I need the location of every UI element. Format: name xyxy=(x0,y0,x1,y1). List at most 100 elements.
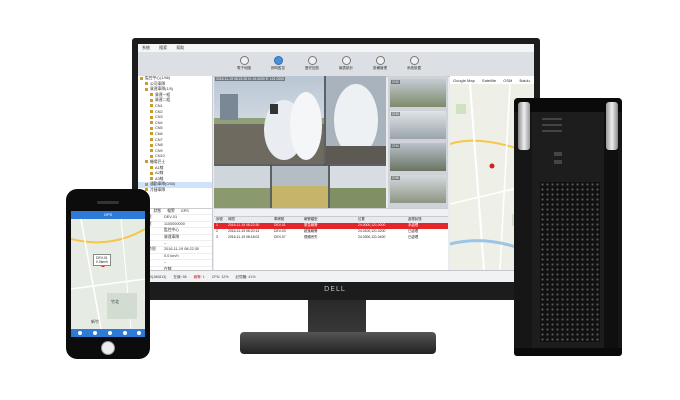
alarm-table-panel: 即時報警 報警處理 狀態 事件 提醒 序號時間車牌號報警類型位置處理狀態 1 20… xyxy=(214,208,448,271)
video-overlay-text: 2016-11-19 08:22:30 N: 24.0000 E: 121.00… xyxy=(215,77,285,81)
drive-slot xyxy=(542,124,562,126)
tree-node[interactable]: 冷鏈車隊 xyxy=(138,188,212,194)
device-tree: 監控中心(1/56) 公司車隊 貨運車隊(1/5) 貨運一組 貨運二組 CN1 CN2 CN3… xyxy=(138,76,213,208)
phone-home-button[interactable] xyxy=(101,341,115,355)
tree-node-label: CN2 xyxy=(155,109,163,114)
folder-icon xyxy=(150,126,153,130)
tree-node-label: 冷鏈車隊 xyxy=(150,187,166,192)
toolbar-label: 歷史回放 xyxy=(305,66,319,70)
tab-baidu[interactable]: Baidu xyxy=(520,78,530,83)
column-header[interactable]: 報警類型 xyxy=(304,217,358,223)
folder-icon xyxy=(145,182,148,186)
folder-icon xyxy=(145,160,148,164)
folder-icon xyxy=(145,87,148,91)
toolbar-device-button[interactable]: 設備管理 xyxy=(366,56,394,72)
column-header[interactable]: 車牌號 xyxy=(274,217,304,223)
info-value: 1100000000 xyxy=(164,221,185,226)
menu-search[interactable]: 搜索 xyxy=(159,45,167,51)
tree-node-label: CN8 xyxy=(155,143,163,148)
tree-node-label: 機場巴士 xyxy=(150,159,166,164)
tree-node-label: 貨運二組 xyxy=(155,98,171,103)
thumbnail-label: CH4 xyxy=(391,144,400,148)
table-row[interactable]: 3 2016-11-19 08:18:02 DEV-07 視頻丟失 24.0300,12… xyxy=(214,235,448,241)
info-value: 監控中心 xyxy=(164,228,180,233)
alarm-tabs: 即時報警 報警處理 狀態 事件 提醒 xyxy=(214,209,448,223)
nav-list-icon[interactable] xyxy=(93,331,97,335)
tree-node-label: CN10 xyxy=(155,154,165,159)
vehicle-marker xyxy=(489,163,495,169)
thumbnail-ch3[interactable]: CH3 xyxy=(390,111,446,139)
monitor-stand xyxy=(240,332,436,354)
folder-icon xyxy=(150,104,153,108)
info-value: -- xyxy=(164,260,167,265)
info-tab[interactable]: GPS xyxy=(179,209,189,213)
tab-osm[interactable]: OSM xyxy=(503,78,512,83)
table-cell: 2 xyxy=(216,228,218,233)
table-cell: 2016-11-19 08:22:30 xyxy=(228,223,260,227)
tree-node-label: CN6 xyxy=(155,131,163,136)
tree-node-label: CN4 xyxy=(155,120,163,125)
folder-icon xyxy=(145,82,148,86)
toolbar-playback-button[interactable]: 歷史回放 xyxy=(298,56,326,72)
tab-satellite[interactable]: Satellite xyxy=(482,78,496,83)
table-row[interactable]: 2 2016-11-19 08:20:14 DEV-03 超速報警 24.0100,12… xyxy=(214,229,448,235)
table-row[interactable]: 1 2016-11-19 08:22:30 DEV-01 緊急報警 24.0000,12… xyxy=(214,223,448,229)
video-grid: 2016-11-19 08:22:30 N: 24.0000 E: 121.00… xyxy=(214,76,386,208)
table-cell: 1 xyxy=(216,223,218,227)
info-tab[interactable]: 狀態 xyxy=(152,209,162,213)
toolbar-label: 設備管理 xyxy=(373,66,387,70)
tab-google-map[interactable]: Google Map xyxy=(453,78,475,83)
thumbnail-label: CH3 xyxy=(391,112,400,116)
folder-icon xyxy=(140,76,143,80)
table-cell: 已處理 xyxy=(408,228,419,233)
folder-icon xyxy=(150,149,153,153)
thumbnail-ch5[interactable]: CH5 xyxy=(390,175,446,203)
nav-alarm-icon[interactable] xyxy=(123,331,127,335)
info-value: 貨運車隊 xyxy=(164,234,180,239)
folder-icon xyxy=(150,132,153,136)
toolbar-settings-button[interactable]: 系統設置 xyxy=(400,56,428,72)
video-feeds xyxy=(214,76,386,208)
column-header[interactable]: 序號 xyxy=(214,217,228,223)
vehicle-callout[interactable]: DEV-01 0.0km/h xyxy=(93,254,112,266)
toolbar-label: 系統設置 xyxy=(407,66,421,70)
folder-icon xyxy=(150,93,153,97)
menu-system[interactable]: 系統 xyxy=(142,45,150,51)
tree-node-label: CN9 xyxy=(155,148,163,153)
toolbar-map-button[interactable]: 電子地圖 xyxy=(230,56,258,72)
thumbnail-ch2[interactable]: CH2 xyxy=(390,79,446,107)
nav-settings-icon[interactable] xyxy=(137,331,141,335)
menu-help[interactable]: 幫助 xyxy=(176,45,184,51)
phone-map[interactable] xyxy=(71,219,145,329)
column-header[interactable]: 位置 xyxy=(358,217,408,223)
toolbar-live-button[interactable]: 即時監控 xyxy=(264,56,292,72)
main-toolbar: 電子地圖 即時監控 歷史回放 報表統計 設備管理 系統設置 xyxy=(138,52,534,77)
table-cell: DEV-01 xyxy=(274,223,286,227)
folder-icon xyxy=(150,154,153,158)
table-cell: 24.0300,121.0400 xyxy=(358,234,386,239)
alarm-count[interactable]: 報警: 1 xyxy=(194,275,205,280)
tree-node-label: A3線 xyxy=(155,176,164,181)
phone-speaker xyxy=(97,201,119,204)
nav-map-icon[interactable] xyxy=(78,331,82,335)
folder-icon xyxy=(150,171,153,175)
tower-mesh-grille xyxy=(540,182,600,342)
folder-icon xyxy=(150,110,153,114)
table-cell: DEV-07 xyxy=(274,234,286,239)
phone-bottom-nav xyxy=(71,329,145,337)
folder-icon xyxy=(150,98,153,102)
monitor-logo: DELL xyxy=(324,285,346,293)
thumbnail-ch4[interactable]: CH4 xyxy=(390,143,446,171)
phone-screen: GPS DEV-01 0.0km/h 竹北 新竹 xyxy=(71,211,145,337)
table-cell: 未處理 xyxy=(408,223,419,227)
table-cell: 視頻丟失 xyxy=(304,234,318,239)
tree-node-label: 貨運車隊(1/5) xyxy=(150,87,173,92)
device-icon xyxy=(375,56,385,65)
folder-icon xyxy=(150,143,153,147)
toolbar-report-button[interactable]: 報表統計 xyxy=(332,56,360,72)
column-header[interactable]: 時間 xyxy=(228,217,274,223)
info-tab[interactable]: 報警 xyxy=(165,209,175,213)
table-cell: 已處理 xyxy=(408,234,419,239)
nav-video-icon[interactable] xyxy=(108,331,112,335)
column-header[interactable]: 處理狀態 xyxy=(408,217,438,223)
